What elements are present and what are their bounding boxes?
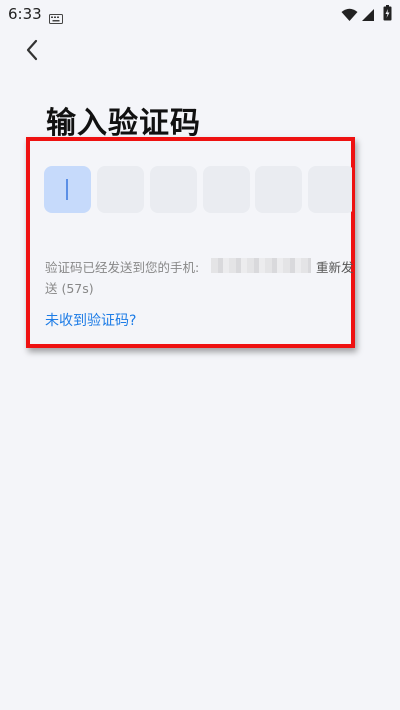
status-time: 6:33	[8, 5, 42, 23]
resend-countdown: 送 (57s)	[45, 281, 94, 296]
signal-icon	[361, 7, 375, 26]
wifi-icon	[341, 7, 358, 26]
back-button[interactable]	[18, 38, 46, 66]
battery-icon	[383, 5, 392, 25]
code-cell-2[interactable]	[97, 166, 144, 213]
masked-phone-number	[211, 258, 311, 273]
sent-to-message: 验证码已经发送到您的手机:	[45, 260, 200, 275]
text-caret	[66, 179, 68, 200]
code-cell-4[interactable]	[203, 166, 250, 213]
code-cell-6[interactable]	[308, 166, 352, 213]
resend-button[interactable]: 重新发	[316, 257, 354, 276]
code-cell-3[interactable]	[150, 166, 197, 213]
keyboard-icon	[49, 9, 63, 28]
code-cell-5[interactable]	[255, 166, 302, 213]
chevron-left-icon	[25, 39, 39, 65]
code-cell-1[interactable]	[44, 166, 91, 213]
page-title: 输入验证码	[46, 106, 201, 141]
code-input-row[interactable]	[44, 166, 352, 214]
code-not-received-link[interactable]: 未收到验证码?	[45, 310, 136, 330]
status-bar: 6:33	[0, 0, 400, 28]
